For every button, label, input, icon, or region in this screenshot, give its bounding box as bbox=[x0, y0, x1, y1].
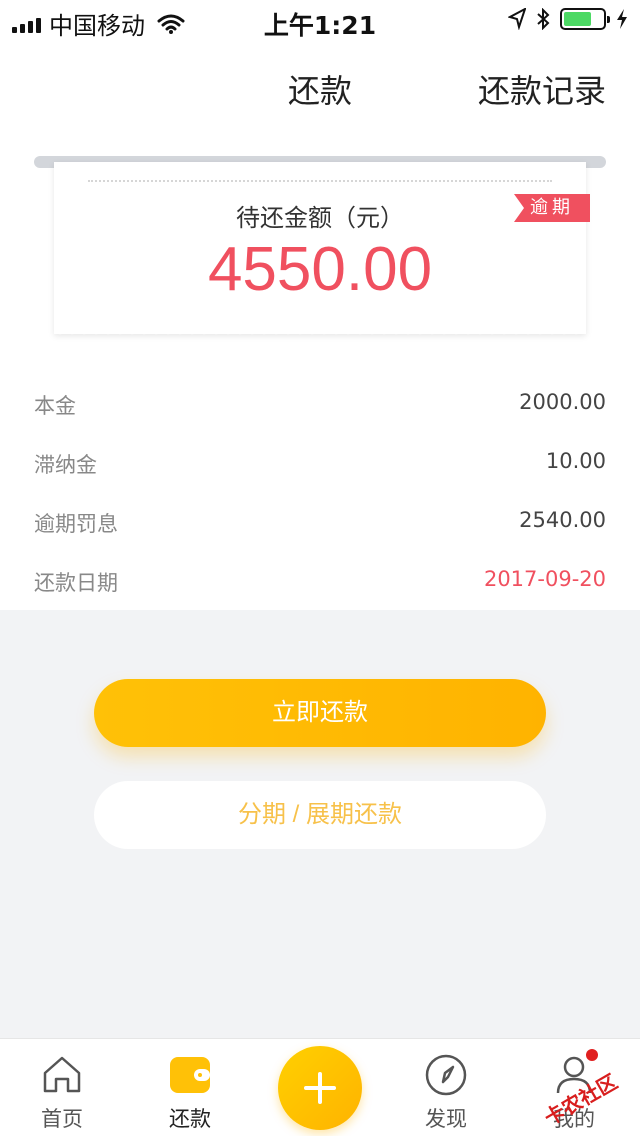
tab-label: 首页 bbox=[41, 1107, 83, 1131]
detail-value: 2000.00 bbox=[519, 390, 606, 414]
detail-label: 还款日期 bbox=[34, 571, 118, 595]
tab-label: 发现 bbox=[425, 1107, 467, 1131]
repayment-history-link[interactable]: 还款记录 bbox=[478, 66, 606, 112]
home-icon bbox=[40, 1053, 84, 1097]
receipt-card: 待还金额（元） 4550.00 逾期 bbox=[54, 162, 590, 334]
detail-row-late-fee: 滞纳金 10.00 bbox=[0, 429, 640, 488]
receipt-divider bbox=[88, 180, 552, 182]
amount-due-value: 4550.00 bbox=[207, 235, 433, 304]
status-bar: 中国移动 上午1:21 bbox=[0, 0, 640, 40]
detail-label: 逾期罚息 bbox=[34, 512, 118, 536]
detail-row-due-date: 还款日期 2017-09-20 bbox=[0, 547, 640, 606]
notification-dot bbox=[586, 1049, 598, 1061]
location-arrow-icon bbox=[508, 8, 526, 30]
tab-repay[interactable]: 还款 bbox=[140, 1049, 240, 1133]
detail-label: 滞纳金 bbox=[34, 453, 97, 477]
compass-icon bbox=[424, 1053, 468, 1097]
bluetooth-icon bbox=[537, 8, 550, 30]
nav-bar: 还款 还款记录 bbox=[0, 40, 640, 128]
tab-home[interactable]: 首页 bbox=[12, 1049, 112, 1133]
amount-due-label: 待还金额（元） bbox=[236, 204, 404, 232]
receipt-wavy-edge bbox=[54, 328, 586, 338]
battery-icon bbox=[560, 8, 610, 30]
charging-icon bbox=[617, 9, 627, 29]
detail-value: 10.00 bbox=[545, 449, 606, 473]
detail-row-principal: 本金 2000.00 bbox=[0, 370, 640, 429]
tab-label: 还款 bbox=[169, 1107, 211, 1131]
detail-list: 本金 2000.00 滞纳金 10.00 逾期罚息 2540.00 还款日期 2… bbox=[0, 370, 640, 606]
tab-discover[interactable]: 发现 bbox=[396, 1049, 496, 1133]
installment-extension-button[interactable]: 分期 / 展期还款 bbox=[94, 781, 546, 849]
overdue-badge: 逾期 bbox=[514, 194, 590, 222]
repay-now-button[interactable]: 立即还款 bbox=[94, 679, 546, 747]
add-button[interactable] bbox=[278, 1046, 362, 1130]
status-right bbox=[508, 8, 628, 30]
wallet-icon bbox=[168, 1053, 212, 1097]
detail-row-overdue-interest: 逾期罚息 2540.00 bbox=[0, 488, 640, 547]
detail-value: 2017-09-20 bbox=[483, 567, 606, 591]
repayment-summary: 待还金额（元） 4550.00 逾期 本金 2000.00 滞纳金 10.00 … bbox=[0, 128, 640, 610]
detail-label: 本金 bbox=[34, 394, 76, 418]
detail-value: 2540.00 bbox=[519, 508, 606, 532]
